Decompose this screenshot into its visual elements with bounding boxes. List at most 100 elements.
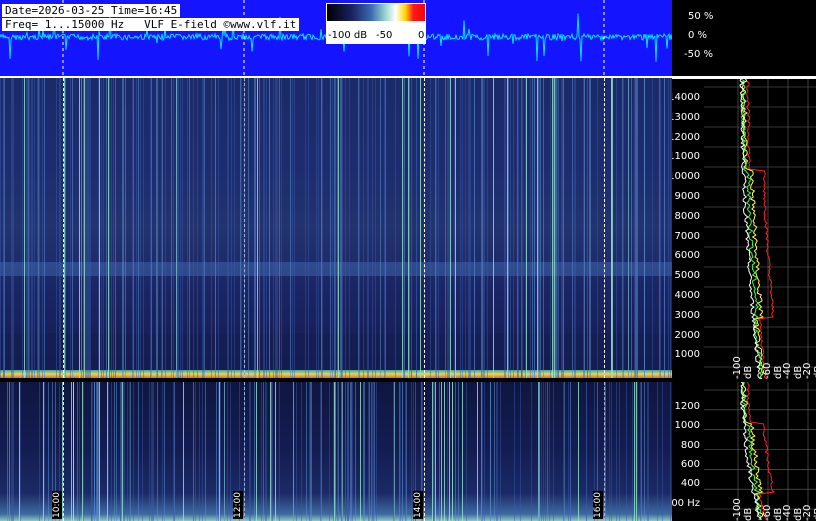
sferic-line: [77, 382, 78, 521]
sferic-line: [83, 382, 84, 521]
sferic-line: [584, 78, 585, 378]
sferic-line: [504, 78, 505, 378]
sferic-line: [13, 382, 14, 521]
profile-trace: [740, 79, 763, 379]
sferic-line: [367, 78, 368, 378]
sferic-line: [264, 78, 265, 378]
sferic-line: [90, 78, 91, 378]
sferic-line: [193, 78, 194, 378]
sferic-line: [609, 382, 610, 521]
sferic-line: [269, 78, 270, 378]
sferic-line: [543, 382, 544, 521]
sferic-line: [564, 382, 565, 521]
sferic-line: [248, 78, 249, 378]
sferic-line: [611, 382, 612, 521]
sferic-line: [266, 382, 267, 521]
sferic-line: [318, 78, 319, 378]
sferic-line: [203, 78, 204, 378]
sferic-line: [177, 78, 178, 378]
lower-db-label-40: -40 dB: [782, 504, 804, 521]
sferic-line: [482, 78, 483, 378]
sferic-line: [556, 78, 557, 378]
sferic-line: [187, 78, 188, 378]
sferic-line: [259, 78, 260, 378]
sferic-line: [138, 78, 139, 378]
sferic-line: [293, 382, 294, 521]
sferic-line: [216, 382, 217, 521]
lower-freq-label: 1000: [674, 420, 700, 432]
sferic-line: [48, 382, 49, 521]
sferic-line: [129, 382, 130, 521]
sferic-line: [151, 78, 152, 378]
sferic-line: [99, 78, 100, 378]
sferic-line: [24, 78, 25, 378]
sferic-line: [227, 78, 228, 378]
sferic-line: [124, 382, 125, 521]
sferic-line: [631, 78, 632, 378]
sferic-line: [301, 382, 302, 521]
sferic-line: [241, 78, 242, 378]
sferic-line: [572, 78, 573, 378]
sferic-line: [182, 78, 183, 378]
sferic-line: [632, 382, 633, 521]
sferic-line: [597, 78, 598, 378]
sferic-line: [373, 382, 374, 521]
sferic-line: [72, 78, 73, 378]
upper-freq-label: 11000: [672, 151, 700, 163]
time-label-12: 12:00: [233, 491, 243, 519]
sferic-line: [482, 382, 483, 521]
sferic-line: [205, 382, 206, 521]
sferic-line: [438, 78, 439, 378]
sferic-line: [65, 78, 66, 378]
sferic-line: [250, 382, 251, 521]
sferic-line: [586, 382, 587, 521]
sferic-line: [266, 78, 267, 378]
sferic-line: [508, 78, 509, 378]
sferic-line: [12, 382, 13, 521]
frequency-info-label: Freq= 1...15000 Hz VLF E-field ©www.vlf.…: [2, 18, 300, 31]
sferic-line: [505, 78, 506, 378]
sferic-line: [526, 78, 527, 378]
sferic-line: [554, 78, 555, 378]
sferic-line: [568, 382, 569, 521]
sferic-line: [73, 382, 74, 521]
sferic-line: [330, 78, 331, 378]
sferic-line: [329, 382, 330, 521]
sferic-line: [277, 78, 278, 378]
sferic-line: [125, 78, 126, 378]
db-colorbar: -100 dB -50 0: [326, 3, 426, 44]
sferic-line: [534, 78, 535, 378]
sferic-line: [306, 382, 307, 521]
sferic-line: [82, 382, 83, 521]
sferic-line: [436, 78, 437, 378]
sferic-line: [406, 382, 407, 521]
sferic-line: [444, 382, 445, 521]
sferic-line: [616, 78, 617, 378]
colorbar-label-low: -100 dB: [328, 30, 368, 41]
sferic-line: [394, 382, 395, 521]
sferic-line: [518, 78, 519, 378]
sferic-line: [193, 382, 194, 521]
sferic-line: [448, 78, 449, 378]
sferic-line: [399, 382, 400, 521]
sferic-line: [549, 382, 550, 521]
sferic-line: [132, 78, 133, 378]
sferic-line: [612, 78, 613, 378]
wave-scale-label-mid: 0 %: [688, 30, 708, 41]
sferic-line: [164, 382, 165, 521]
sferic-line: [468, 78, 469, 378]
sferic-line: [659, 78, 660, 378]
colorbar-gradient: [327, 4, 425, 21]
sferic-line: [91, 382, 92, 521]
sferic-line: [611, 78, 612, 378]
sferic-line: [494, 382, 495, 521]
sferic-line: [380, 78, 381, 378]
sferic-line: [657, 382, 658, 521]
sferic-line: [578, 382, 579, 521]
sferic-line: [254, 382, 255, 521]
sferic-line: [152, 382, 153, 521]
sferic-line: [272, 382, 273, 521]
sferic-line: [133, 78, 134, 378]
sferic-line: [342, 382, 343, 521]
sferic-line: [338, 382, 339, 521]
